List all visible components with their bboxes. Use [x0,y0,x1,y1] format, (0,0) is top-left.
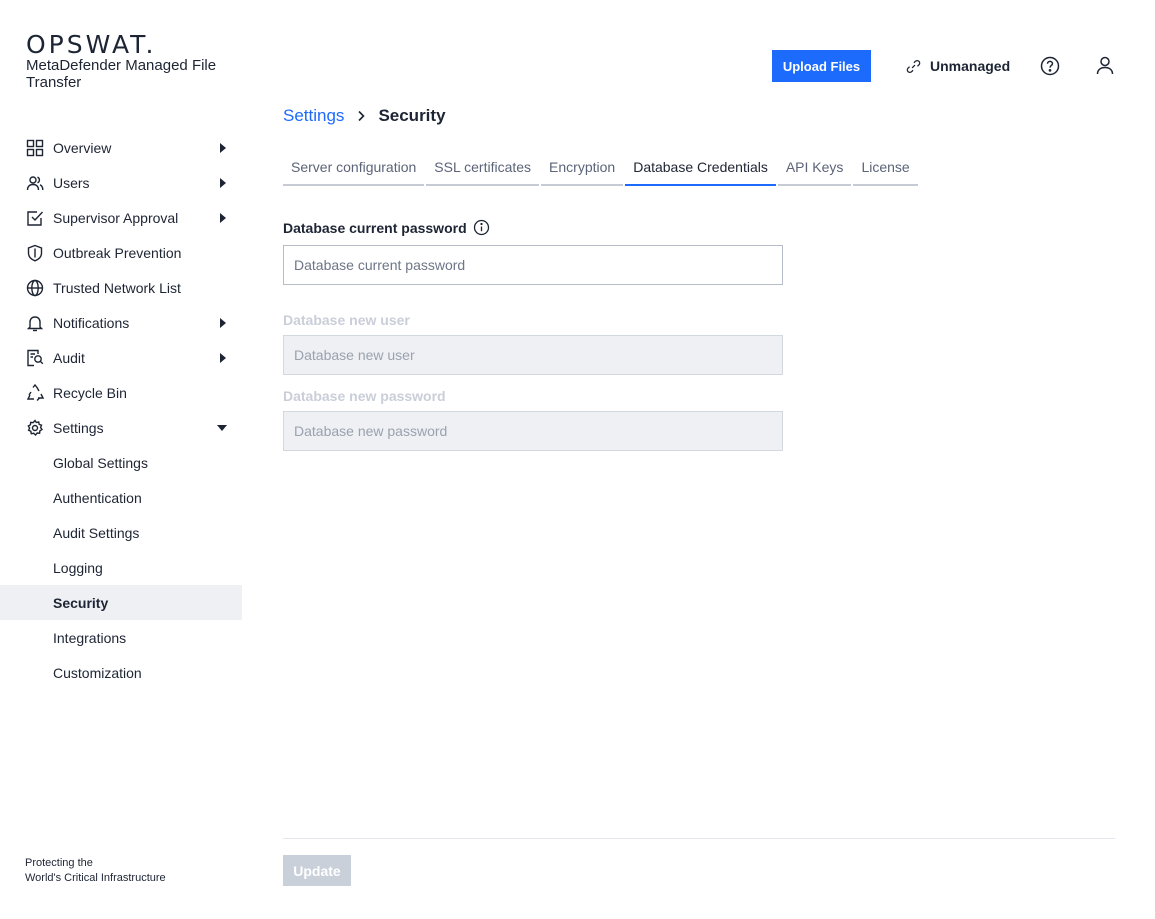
sidebar-subitem-label: Integrations [53,629,127,646]
tagline-line-2: World's Critical Infrastructure [25,872,166,884]
help-icon[interactable] [1040,56,1060,76]
grid-icon [26,139,44,157]
sidebar-item-outbreak-prevention[interactable]: Outbreak Prevention [0,235,242,270]
unmanaged-status-link[interactable]: Unmanaged [906,56,1010,76]
tab-server-configuration[interactable]: Server configuration [283,150,425,186]
sidebar-subitem-integrations[interactable]: Integrations [0,620,242,655]
caret-right-icon [220,318,226,328]
shield-icon [26,244,44,262]
tagline-line-1: Protecting the [25,857,93,869]
sidebar-item-users[interactable]: Users [0,165,242,200]
sidebar-item-label: Recycle Bin [53,384,127,401]
caret-right-icon [220,353,226,363]
sidebar-subitem-logging[interactable]: Logging [0,550,242,585]
footer-divider [283,838,1115,839]
sidebar-subitem-label: Logging [53,559,103,576]
opswat-logo: OPSWAT. [26,30,157,59]
sidebar-item-label: Notifications [53,314,130,331]
sidebar-item-supervisor-approval[interactable]: Supervisor Approval [0,200,242,235]
sidebar: OPSWAT. MetaDefender Managed File Transf… [0,0,242,919]
sidebar-subitem-security[interactable]: Security [0,585,242,620]
recycle-icon [26,384,44,402]
new-password-input[interactable] [283,411,783,451]
current-password-label-text: Database current password [283,219,467,236]
unmanaged-label: Unmanaged [930,58,1011,74]
sidebar-item-notifications[interactable]: Notifications [0,305,242,340]
sidebar-subitem-label: Customization [53,664,142,681]
sidebar-item-label: Users [53,174,90,191]
sidebar-subitem-authentication[interactable]: Authentication [0,480,242,515]
product-name: MetaDefender Managed File Transfer [26,57,217,91]
tagline: Protecting the World's Critical Infrastr… [25,856,166,886]
checkbox-icon [26,209,44,227]
tab-api-keys[interactable]: API Keys [777,150,852,186]
tab-license[interactable]: License [853,150,918,186]
sidebar-item-label: Overview [53,139,112,156]
caret-right-icon [220,143,226,153]
bell-icon [26,314,44,332]
current-password-label: Database current password [283,219,490,236]
user-icon[interactable] [1095,55,1115,75]
sidebar-item-label: Settings [53,419,104,436]
breadcrumb: Settings Security [283,105,446,127]
breadcrumb-current: Security [378,106,446,125]
chevron-right-icon [358,110,366,122]
sidebar-item-settings[interactable]: Settings [0,410,242,445]
new-password-label: Database new password [283,388,446,404]
tab-ssl-certificates[interactable]: SSL certificates [426,150,540,186]
sidebar-item-trusted-network-list[interactable]: Trusted Network List [0,270,242,305]
audit-icon [26,349,44,367]
security-tabs: Server configuration SSL certificates En… [283,150,920,186]
sidebar-item-audit[interactable]: Audit [0,340,242,375]
sidebar-item-label: Audit [53,349,85,366]
sidebar-subitem-label: Security [53,594,109,611]
caret-right-icon [220,213,226,223]
sidebar-nav: Overview Users Supervisor Approval Outbr… [0,130,242,690]
info-icon[interactable] [473,219,490,236]
upload-files-button[interactable]: Upload Files [772,50,871,82]
sidebar-item-overview[interactable]: Overview [0,130,242,165]
sidebar-subitem-global-settings[interactable]: Global Settings [0,445,242,480]
caret-right-icon [220,178,226,188]
globe-icon [26,279,44,297]
new-user-input[interactable] [283,335,783,375]
sidebar-item-recycle-bin[interactable]: Recycle Bin [0,375,242,410]
sidebar-subitem-audit-settings[interactable]: Audit Settings [0,515,242,550]
sidebar-subitem-label: Audit Settings [53,524,140,541]
users-icon [26,174,44,192]
link-broken-icon [906,59,921,73]
caret-down-icon [217,425,227,431]
tab-encryption[interactable]: Encryption [541,150,624,186]
sidebar-subitem-label: Authentication [53,489,142,506]
sidebar-subitem-customization[interactable]: Customization [0,655,242,690]
update-button[interactable]: Update [283,855,351,886]
tab-database-credentials[interactable]: Database Credentials [625,150,776,186]
new-user-label: Database new user [283,312,410,328]
sidebar-item-label: Trusted Network List [53,279,181,296]
breadcrumb-settings-link[interactable]: Settings [283,106,344,126]
sidebar-item-label: Outbreak Prevention [53,244,182,261]
gear-icon [26,419,44,437]
current-password-input[interactable] [283,245,783,285]
sidebar-item-label: Supervisor Approval [53,209,179,226]
sidebar-subitem-label: Global Settings [53,454,148,471]
